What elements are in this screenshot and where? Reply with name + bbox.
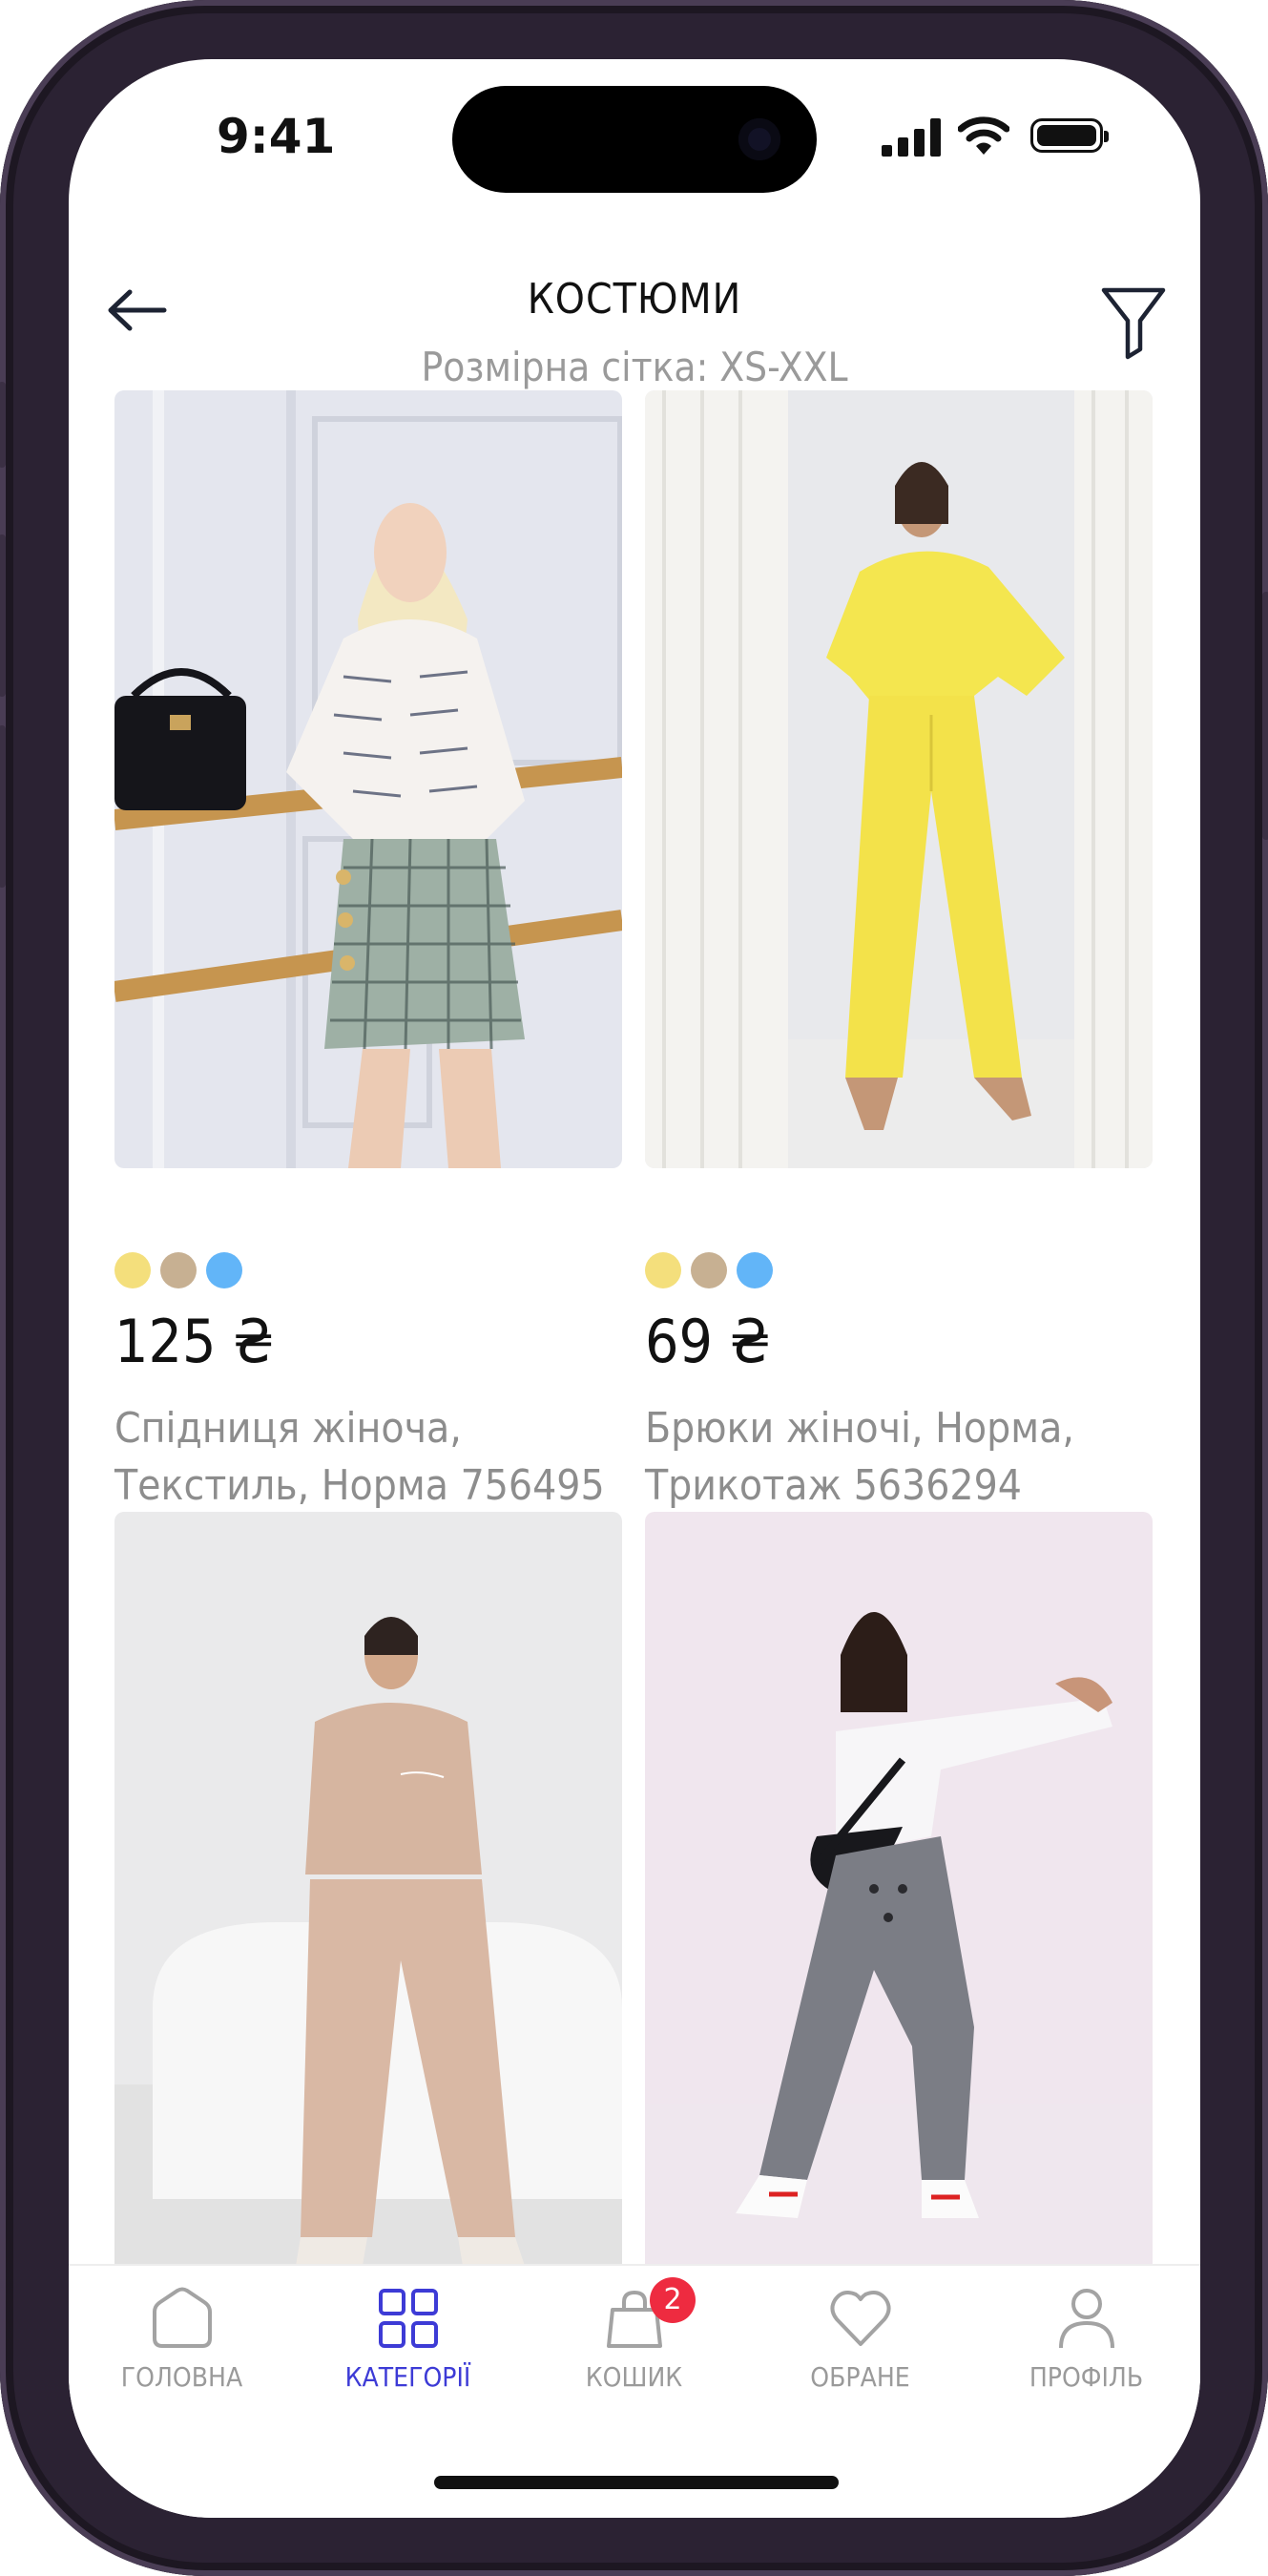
page-header: КОСТЮМИ Розмірна сітка: XS-XXL xyxy=(69,202,1200,393)
volume-up-button xyxy=(0,534,6,697)
tab-categories-label: КАТЕГОРІЇ xyxy=(344,2361,471,2393)
wifi-icon xyxy=(958,116,1009,155)
product-price: 125 ₴ xyxy=(114,1307,275,1376)
tab-cart[interactable]: 2 КОШИК xyxy=(521,2266,747,2419)
color-swatches xyxy=(645,1252,773,1288)
tab-home-label: ГОЛОВНА xyxy=(120,2361,243,2393)
user-icon xyxy=(1059,2289,1114,2349)
cart-count-badge: 2 xyxy=(650,2277,696,2323)
color-swatches xyxy=(114,1252,242,1288)
power-button xyxy=(1262,592,1268,840)
cellular-signal-icon xyxy=(882,118,941,157)
product-image[interactable] xyxy=(114,1512,622,2275)
color-swatch-blue[interactable] xyxy=(737,1252,773,1288)
filter-icon[interactable] xyxy=(1099,284,1168,361)
tab-favorites[interactable]: ОБРАНЕ xyxy=(747,2266,973,2419)
color-swatch-yellow[interactable] xyxy=(645,1252,681,1288)
product-image[interactable] xyxy=(645,390,1153,1168)
heart-icon xyxy=(830,2291,891,2346)
tab-favorites-label: ОБРАНЕ xyxy=(810,2361,910,2393)
color-swatch-yellow[interactable] xyxy=(114,1252,151,1288)
grid-icon xyxy=(379,2289,438,2348)
product-price: 69 ₴ xyxy=(645,1307,771,1376)
product-card[interactable] xyxy=(645,1512,1153,2275)
color-swatch-beige[interactable] xyxy=(160,1252,197,1288)
action-button xyxy=(0,382,6,468)
battery-icon xyxy=(1030,118,1109,153)
status-time: 9:41 xyxy=(217,109,336,164)
tab-home[interactable]: ГОЛОВНА xyxy=(69,2266,295,2419)
home-indicator[interactable] xyxy=(434,2476,839,2489)
tab-cart-label: КОШИК xyxy=(585,2361,683,2393)
camera-icon xyxy=(738,118,780,160)
product-card[interactable]: 125 ₴ Спідниця жіноча, Текстиль, Норма 7… xyxy=(114,390,622,1510)
product-image[interactable] xyxy=(114,390,622,1168)
product-description: Брюки жіночі, Норма, Трикотаж 5636294 xyxy=(645,1404,1074,1510)
tab-profile[interactable]: ПРОФІЛЬ xyxy=(973,2266,1199,2419)
product-card[interactable] xyxy=(114,1512,622,2275)
dynamic-island xyxy=(452,86,817,193)
status-bar: 9:41 xyxy=(69,59,1200,193)
home-icon xyxy=(153,2287,212,2348)
product-card[interactable]: 69 ₴ Брюки жіночі, Норма, Трикотаж 56362… xyxy=(645,390,1153,1510)
product-description: Спідниця жіноча, Текстиль, Норма 756495 xyxy=(114,1404,605,1510)
color-swatch-beige[interactable] xyxy=(691,1252,727,1288)
color-swatch-blue[interactable] xyxy=(206,1252,242,1288)
tab-profile-label: ПРОФІЛЬ xyxy=(1029,2361,1144,2393)
tab-categories[interactable]: КАТЕГОРІЇ xyxy=(295,2266,521,2419)
volume-down-button xyxy=(0,725,6,888)
page-title: КОСТЮМИ xyxy=(527,275,742,324)
product-image[interactable] xyxy=(645,1512,1153,2275)
app-screen: 9:41 КОСТЮМИ Розмірна сітка: XS-XXL 125 … xyxy=(69,59,1200,2518)
size-range-subtitle: Розмірна сітка: XS-XXL xyxy=(421,344,848,390)
